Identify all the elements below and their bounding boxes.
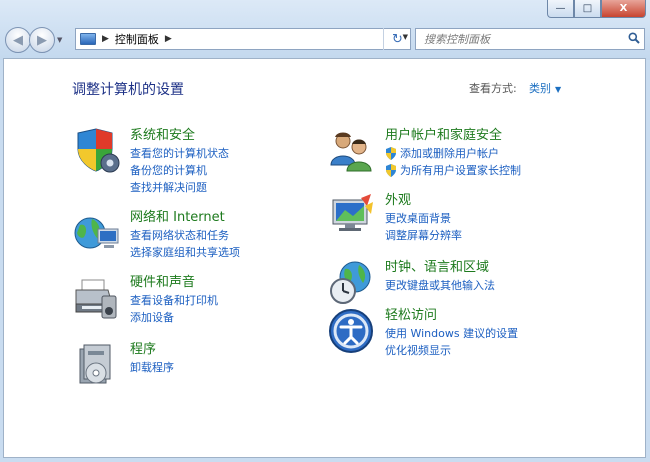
- link-label: 添加或删除用户帐户: [400, 147, 499, 160]
- search-input[interactable]: [424, 32, 614, 46]
- category-title[interactable]: 用户帐户和家庭安全: [385, 127, 521, 145]
- category-title[interactable]: 系统和安全: [130, 127, 229, 145]
- link-change-desktop-background[interactable]: 更改桌面背景: [385, 210, 462, 227]
- maximize-button[interactable]: □: [574, 0, 601, 18]
- network-globe-icon[interactable]: [72, 209, 120, 257]
- category-appearance: 外观 更改桌面背景 调整屏幕分辨率: [327, 192, 462, 244]
- page-title: 调整计算机的设置: [72, 82, 184, 98]
- address-bar[interactable]: ▶ 控制面板 ▶ ▼: [75, 28, 411, 50]
- category-title[interactable]: 外观: [385, 192, 462, 210]
- category-title[interactable]: 程序: [130, 341, 174, 359]
- view-by-label: 查看方式:: [469, 82, 517, 95]
- control-panel-icon: [80, 33, 96, 45]
- link-backup-computer[interactable]: 备份您的计算机: [130, 162, 229, 179]
- breadcrumb-separator-icon[interactable]: ▶: [165, 34, 172, 44]
- search-icon[interactable]: [628, 32, 640, 47]
- category-title[interactable]: 网络和 Internet: [130, 209, 240, 227]
- category-system-security: 系统和安全 查看您的计算机状态 备份您的计算机 查找并解决问题: [72, 127, 229, 196]
- appearance-monitor-icon[interactable]: [327, 192, 375, 240]
- back-button[interactable]: ◀: [5, 27, 31, 53]
- close-button[interactable]: X: [601, 0, 646, 18]
- link-view-computer-status[interactable]: 查看您的计算机状态: [130, 145, 229, 162]
- category-user-accounts: 用户帐户和家庭安全 添加或删除用户帐户 为所有用户设置家长控制: [327, 127, 521, 179]
- link-add-device[interactable]: 添加设备: [130, 309, 218, 326]
- category-hardware-sound: 硬件和声音 查看设备和打印机 添加设备: [72, 274, 218, 326]
- link-devices-printers[interactable]: 查看设备和打印机: [130, 292, 218, 309]
- programs-box-icon[interactable]: [72, 341, 120, 389]
- category-clock-language-region: 时钟、语言和区域 更改键盘或其他输入法: [327, 259, 495, 307]
- recent-pages-dropdown[interactable]: ▼: [57, 36, 62, 44]
- forward-button[interactable]: ▶: [29, 27, 55, 53]
- content-pane: 调整计算机的设置 查看方式: 类别 ▼ 系统和安全 查看您的计算机状态 备份您的计…: [3, 58, 646, 458]
- link-view-network-status[interactable]: 查看网络状态和任务: [130, 227, 240, 244]
- search-box[interactable]: [415, 28, 645, 50]
- link-homegroup-sharing[interactable]: 选择家庭组和共享选项: [130, 244, 240, 261]
- breadcrumb-separator-icon[interactable]: ▶: [102, 34, 109, 44]
- link-change-keyboard-input[interactable]: 更改键盘或其他输入法: [385, 277, 495, 294]
- link-screen-resolution[interactable]: 调整屏幕分辨率: [385, 227, 462, 244]
- clock-globe-icon[interactable]: [327, 259, 375, 307]
- link-optimize-visual-display[interactable]: 优化视频显示: [385, 342, 518, 359]
- link-add-remove-accounts[interactable]: 添加或删除用户帐户: [385, 145, 521, 162]
- category-ease-of-access: 轻松访问 使用 Windows 建议的设置 优化视频显示: [327, 307, 518, 359]
- category-network-internet: 网络和 Internet 查看网络状态和任务 选择家庭组和共享选项: [72, 209, 240, 261]
- link-uninstall-program[interactable]: 卸载程序: [130, 359, 174, 376]
- system-security-icon[interactable]: [72, 127, 120, 175]
- link-windows-suggested-settings[interactable]: 使用 Windows 建议的设置: [385, 325, 518, 342]
- forward-arrow-icon: ▶: [37, 32, 47, 48]
- caption-buttons: — □ X: [547, 0, 646, 18]
- link-parental-controls[interactable]: 为所有用户设置家长控制: [385, 162, 521, 179]
- refresh-button[interactable]: ↻: [383, 28, 411, 50]
- dropdown-caret-icon: ▼: [555, 85, 562, 94]
- uac-shield-icon: [386, 147, 396, 160]
- category-programs: 程序 卸载程序: [72, 341, 174, 389]
- link-troubleshoot[interactable]: 查找并解决问题: [130, 179, 229, 196]
- category-title[interactable]: 时钟、语言和区域: [385, 259, 495, 277]
- ease-of-access-icon[interactable]: [327, 307, 375, 355]
- breadcrumb-control-panel[interactable]: 控制面板: [115, 31, 159, 47]
- users-icon[interactable]: [327, 127, 375, 175]
- uac-shield-icon: [386, 164, 396, 177]
- link-label: 为所有用户设置家长控制: [400, 164, 521, 177]
- printer-icon[interactable]: [72, 274, 120, 322]
- category-title[interactable]: 硬件和声音: [130, 274, 218, 292]
- view-by-value: 类别: [529, 82, 551, 95]
- minimize-button[interactable]: —: [547, 0, 574, 18]
- navigation-buttons: ◀ ▶ ▼: [5, 27, 62, 53]
- back-arrow-icon: ◀: [13, 32, 23, 48]
- refresh-icon: ↻: [392, 31, 403, 47]
- category-title[interactable]: 轻松访问: [385, 307, 518, 325]
- view-by-dropdown[interactable]: 类别 ▼: [529, 80, 561, 96]
